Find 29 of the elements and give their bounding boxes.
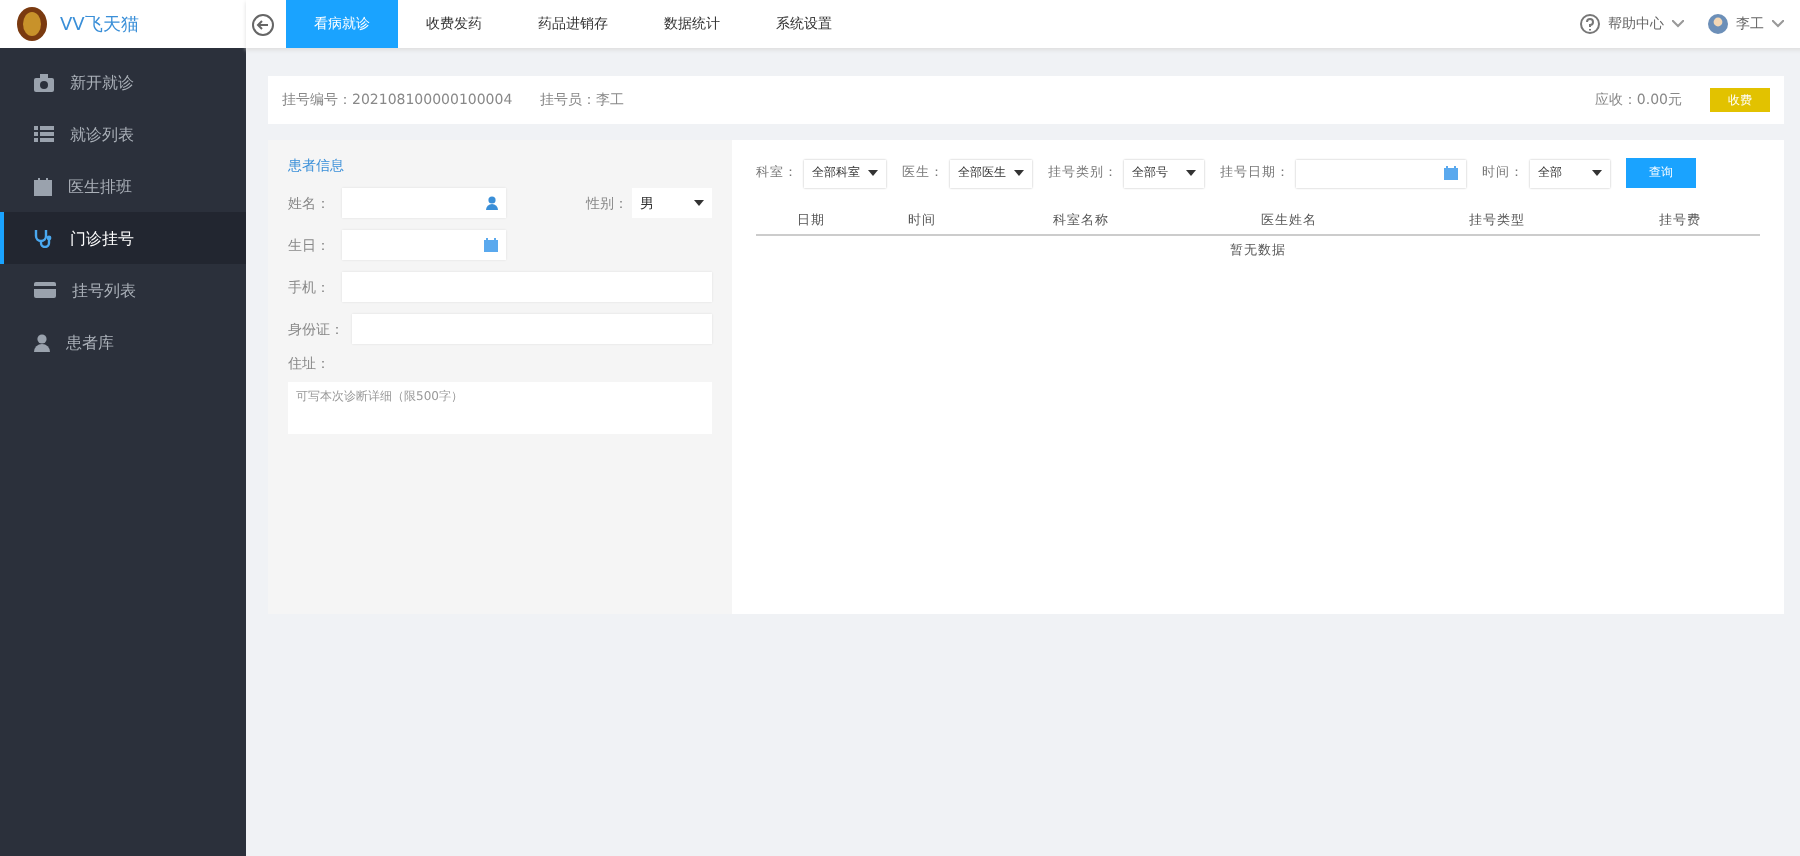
chevron-down-icon	[1772, 20, 1784, 28]
stethoscope-icon	[34, 228, 54, 248]
caret-icon	[868, 170, 878, 176]
caret-icon	[694, 200, 704, 206]
sidebar-item[interactable]: 就诊列表	[0, 108, 246, 160]
caret-icon	[1186, 170, 1196, 176]
name-field[interactable]	[342, 188, 506, 218]
list-icon	[34, 126, 54, 142]
logo-icon	[16, 6, 48, 42]
caret-icon	[1014, 170, 1024, 176]
back-arrow-icon[interactable]	[252, 13, 274, 35]
calendar-icon	[1444, 166, 1458, 180]
calendar-icon	[484, 238, 498, 252]
card-icon	[34, 282, 56, 298]
help-icon	[1580, 14, 1600, 34]
person-icon	[486, 196, 498, 210]
chevron-down-icon	[1672, 20, 1684, 28]
sidebar-item[interactable]: 挂号列表	[0, 264, 246, 316]
logo-text: VV飞天猫	[60, 13, 139, 37]
sidebar-item[interactable]: 新开就诊	[0, 56, 246, 108]
sidebar-item[interactable]: 医生排班	[0, 160, 246, 212]
camera-icon	[34, 73, 54, 91]
calendar-icon	[34, 177, 52, 195]
sidebar-item[interactable]: 患者库	[0, 316, 246, 368]
caret-icon	[1592, 170, 1602, 176]
birthday-field[interactable]	[342, 230, 506, 260]
person-icon	[34, 333, 50, 351]
sidebar-item[interactable]: 门诊挂号	[0, 212, 246, 264]
avatar-icon	[1708, 14, 1728, 34]
